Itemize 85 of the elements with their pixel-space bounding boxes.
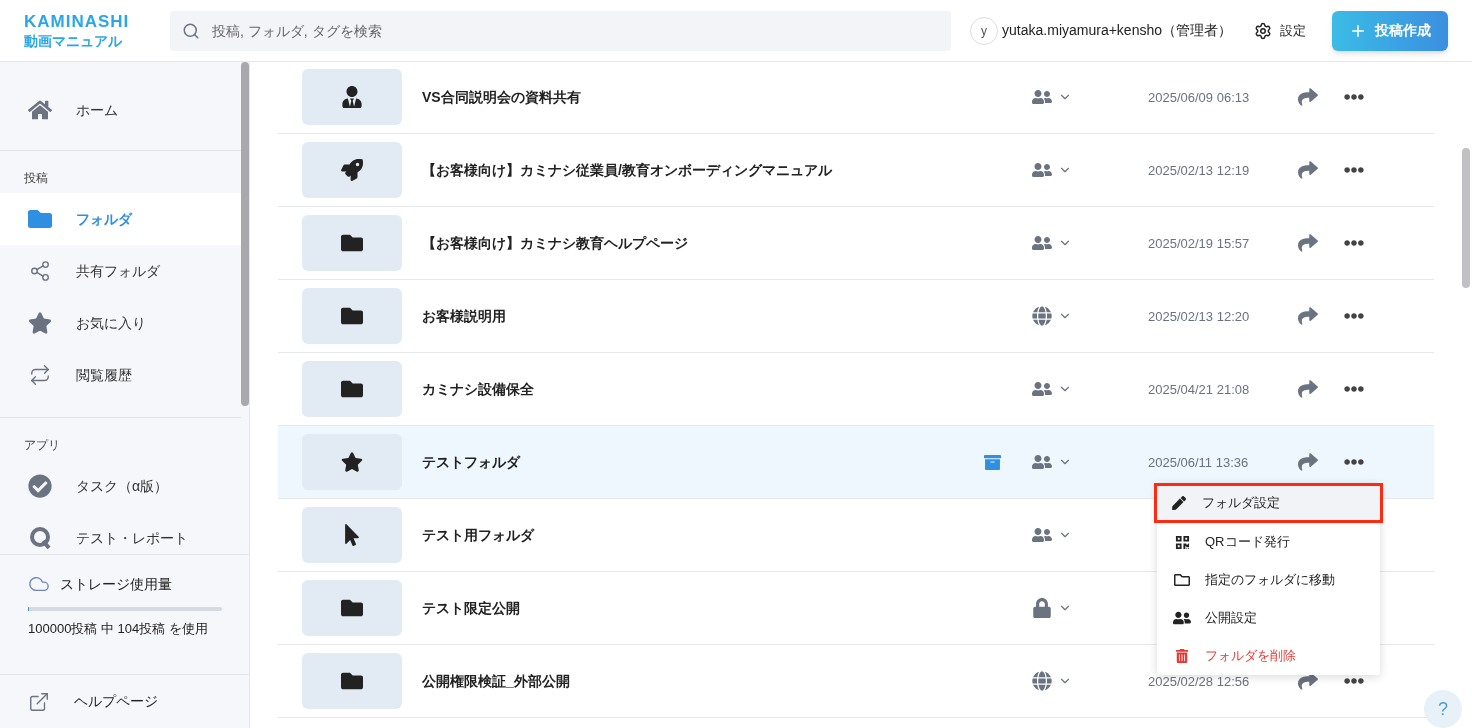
visibility-dropdown[interactable] (1032, 598, 1072, 618)
visibility-dropdown[interactable] (1032, 452, 1072, 472)
person-icon (341, 86, 363, 108)
folder-icon (341, 670, 363, 692)
share-icon (29, 260, 51, 282)
scrollbar[interactable] (241, 62, 249, 406)
folder-name[interactable]: お客様説明用 (422, 305, 962, 327)
updated-date: 2025/04/21 21:08 (1148, 382, 1250, 397)
sidebar-item[interactable]: 共有フォルダ (0, 245, 241, 297)
folder-name[interactable]: テストフォルダ (422, 451, 962, 473)
visibility-dropdown[interactable] (1032, 379, 1072, 399)
folder-name[interactable]: テスト限定公開 (422, 597, 962, 619)
visibility-dropdown[interactable] (1032, 160, 1072, 180)
folder-name[interactable]: テスト用フォルダ (422, 524, 962, 546)
people-icon (1032, 452, 1052, 472)
share-icon[interactable] (1298, 452, 1318, 472)
visibility-dropdown[interactable] (1032, 233, 1072, 253)
updated-date: 2025/02/13 12:19 (1148, 163, 1250, 178)
section-heading: アプリ (23, 437, 61, 454)
visibility-dropdown[interactable] (1032, 87, 1072, 107)
share-icon[interactable] (1298, 379, 1318, 399)
sidebar-item[interactable]: フォルダ (0, 193, 241, 245)
user-name: yutaka.miyamura+kensho（管理者） (1002, 21, 1232, 40)
folder-icon (28, 207, 52, 231)
share-icon[interactable] (1298, 233, 1318, 253)
star-icon (28, 311, 52, 335)
globe-icon (1032, 306, 1052, 326)
visibility-dropdown[interactable] (1032, 671, 1072, 691)
menu-item[interactable]: 公開設定 (1157, 599, 1380, 637)
people-icon (1032, 233, 1052, 253)
sidebar-item[interactable]: テスト・レポート (0, 512, 241, 554)
sidebar-item[interactable]: ホーム (0, 84, 241, 136)
product-name: 動画マニュアル (24, 34, 123, 48)
repeat-icon (29, 364, 51, 386)
star-icon (341, 451, 363, 473)
trash-icon (1175, 649, 1189, 663)
lock-icon (1032, 598, 1052, 618)
sidebar-item[interactable]: お気に入り (0, 297, 241, 349)
sidebar-item[interactable]: 閲覧履歴 (0, 349, 241, 401)
sidebar-item[interactable]: タスク（α版） (0, 460, 241, 512)
section-heading: 投稿 (23, 170, 49, 187)
sidebar-item[interactable]: ヘルプページ (0, 674, 249, 728)
q-icon (28, 525, 52, 551)
updated-date: 2025/02/28 12:56 (1148, 674, 1250, 689)
menu-item[interactable]: QRコード発行 (1157, 523, 1380, 561)
updated-date: 2025/02/19 15:57 (1148, 236, 1250, 251)
folder-name[interactable]: カミナシ設備保全 (422, 378, 962, 400)
share-icon[interactable] (1298, 160, 1318, 180)
people-icon (1173, 609, 1191, 627)
menu-item[interactable]: フォルダを削除 (1157, 637, 1380, 675)
globe-icon (1032, 671, 1052, 691)
storage-title: ストレージ使用量 (60, 574, 172, 594)
menu-item[interactable]: 指定のフォルダに移動 (1157, 561, 1380, 599)
external-link-icon (28, 690, 50, 713)
menu-item[interactable]: フォルダ設定 (1154, 483, 1383, 523)
visibility-dropdown[interactable] (1032, 525, 1072, 545)
folder-icon (1174, 572, 1190, 588)
folder-icon (341, 597, 363, 619)
pencil-icon (1172, 496, 1186, 510)
share-icon[interactable] (1298, 306, 1318, 326)
people-icon (1032, 525, 1052, 545)
folder-icon (341, 378, 363, 400)
settings-button[interactable]: 設定 (1254, 20, 1306, 41)
rocket-icon (341, 159, 363, 181)
folder-icon (341, 305, 363, 327)
brand-logo: KAMINASHI (24, 13, 131, 30)
updated-date: 2025/06/11 13:36 (1148, 455, 1249, 470)
visibility-dropdown[interactable] (1032, 306, 1072, 326)
folder-name[interactable]: 【お客様向け】カミナシ教育ヘルプページ (422, 232, 962, 254)
qr-code-icon (1174, 534, 1190, 550)
folder-name[interactable]: 【お客様向け】カミナシ従業員/教育オンボーディングマニュアル (422, 159, 962, 181)
search-field[interactable]: 投稿, フォルダ, タグを検索 (170, 10, 951, 51)
settings-icon (1254, 21, 1272, 40)
people-icon (1032, 160, 1052, 180)
updated-date: 2025/02/13 12:20 (1148, 309, 1250, 324)
updated-date: 2025/06/09 06:13 (1148, 90, 1250, 105)
people-icon (1032, 87, 1052, 107)
people-icon (1032, 379, 1052, 399)
search-icon (182, 21, 200, 40)
folder-icon (341, 232, 363, 254)
scrollbar[interactable] (1462, 148, 1470, 288)
home-icon (28, 98, 52, 122)
share-icon[interactable] (1298, 87, 1318, 107)
storage-usage: 100000投稿 中 104投稿 を使用 (28, 620, 209, 638)
folder-name[interactable]: VS合同説明会の資料共有 (422, 86, 962, 108)
